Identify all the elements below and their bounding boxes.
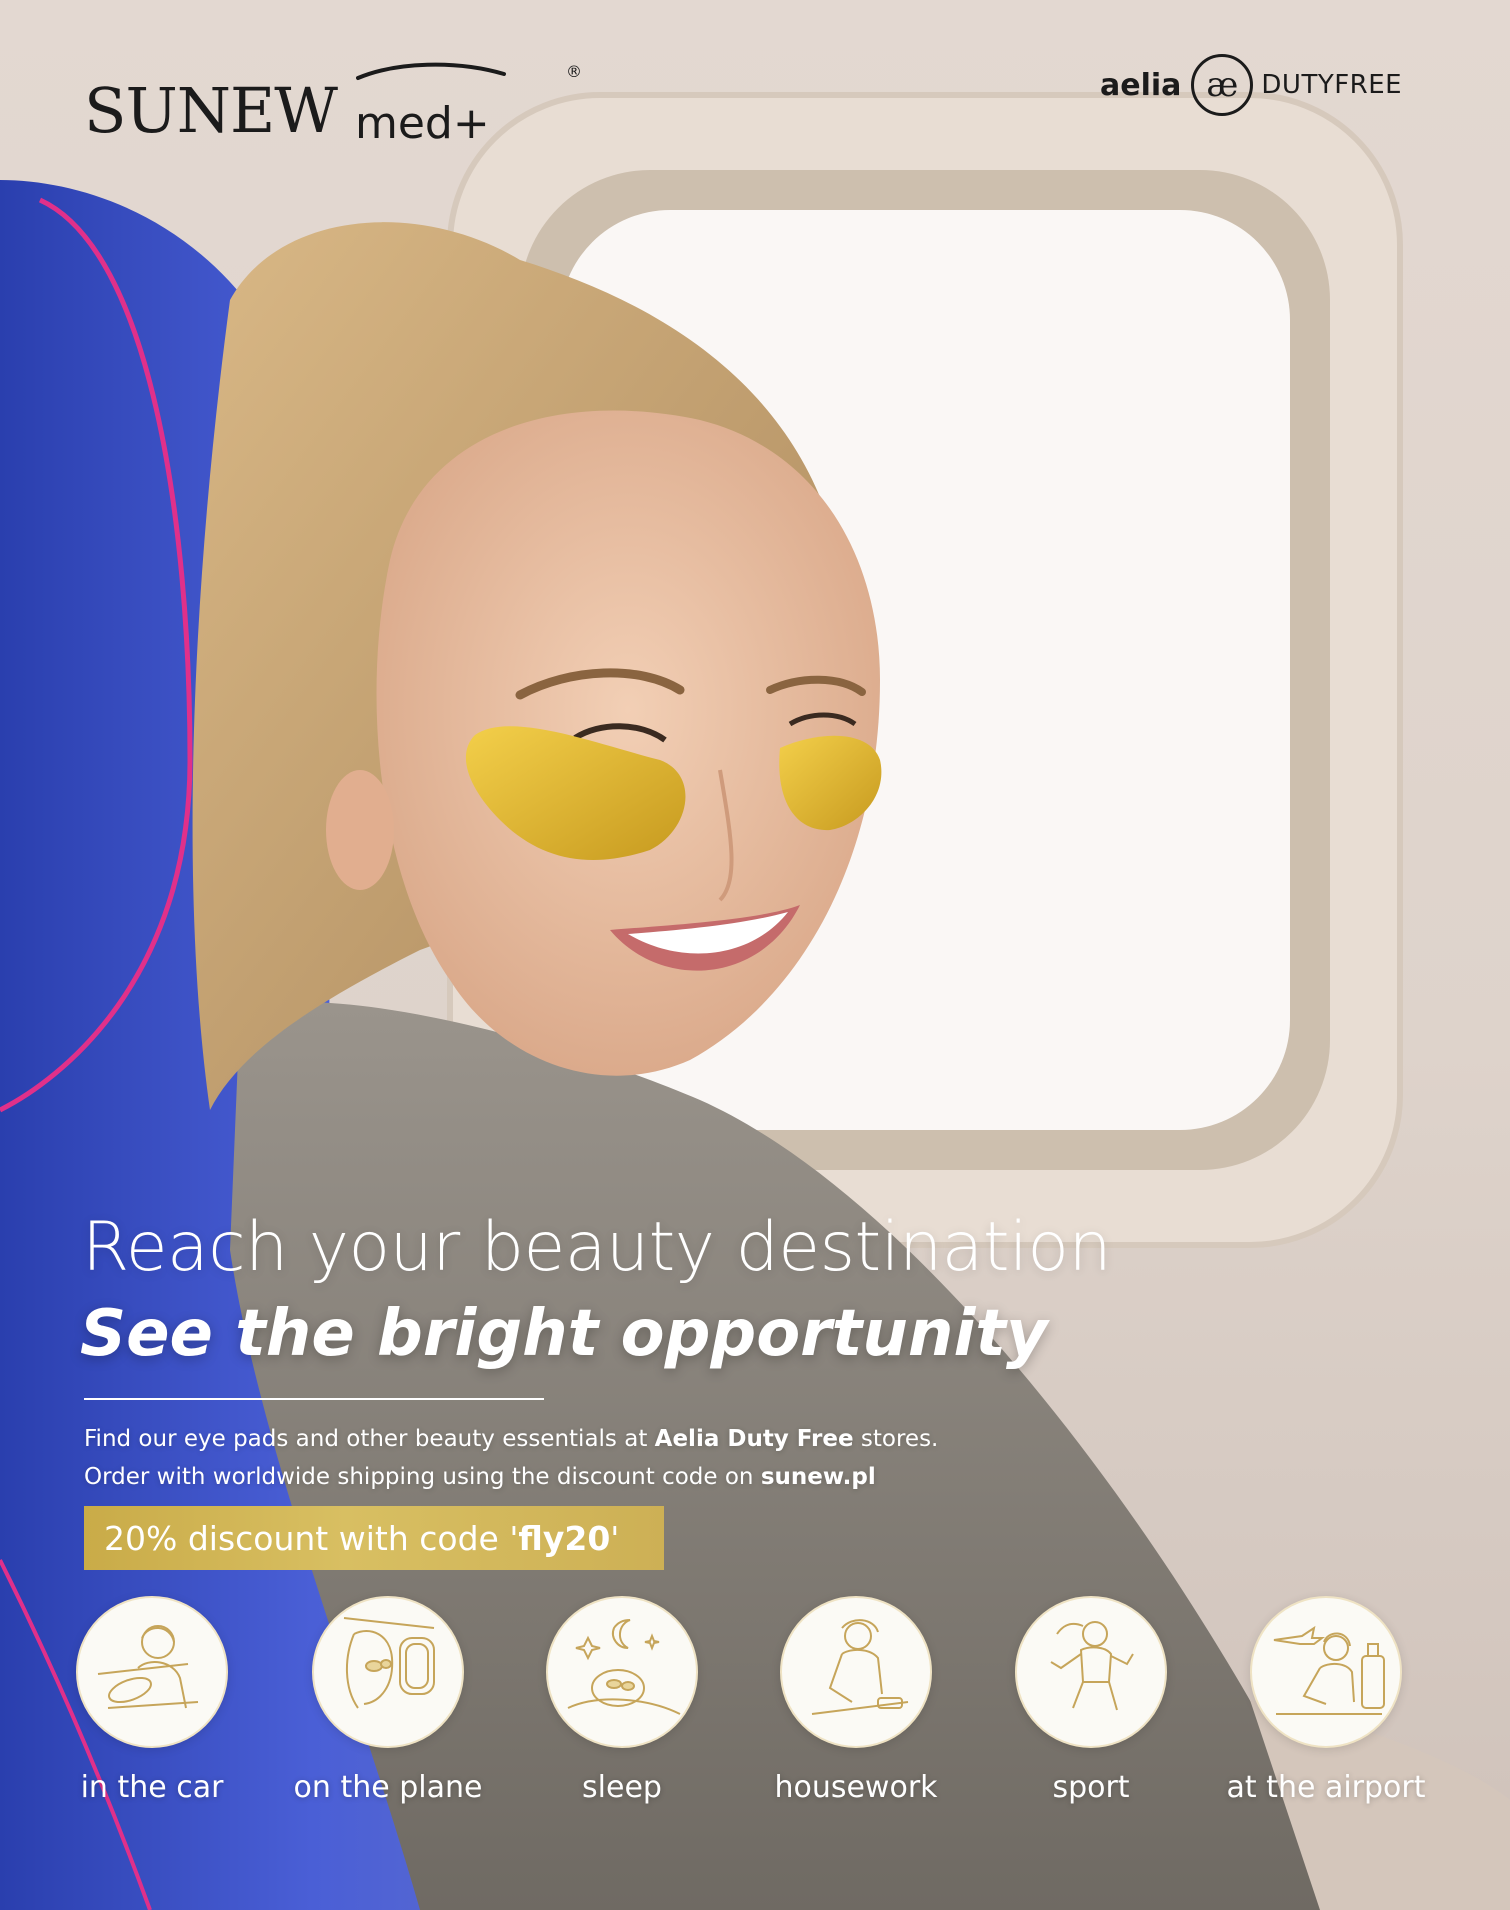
ad-poster: SUNEW med+ ® aelia æ DUTYFREE Reach your… — [0, 0, 1510, 1910]
usage-label-sport: sport — [1052, 1770, 1130, 1805]
headline: Reach your beauty destination — [82, 1208, 1112, 1287]
usage-label-airport: at the airport — [1226, 1770, 1426, 1805]
airport-woman-icon — [1250, 1596, 1402, 1748]
usage-item-housework: housework — [736, 1596, 976, 1805]
usage-item-plane: on the plane — [268, 1596, 508, 1805]
usage-label-housework: housework — [774, 1770, 938, 1805]
duty-free-word: DUTYFREE — [1261, 70, 1403, 100]
aelia-word: aelia — [1100, 67, 1182, 103]
usage-icons-row: in the car on the plane sleep housework … — [0, 1596, 1510, 1816]
discount-badge: 20% discount with code ' fly20 ' — [84, 1506, 664, 1570]
body-line-2: Order with worldwide shipping using the … — [84, 1464, 876, 1490]
divider — [84, 1398, 544, 1400]
brand-name: SUNEW — [84, 74, 338, 147]
body-line-1: Find our eye pads and other beauty essen… — [84, 1426, 939, 1452]
usage-item-car: in the car — [32, 1596, 272, 1805]
usage-label-car: in the car — [80, 1770, 224, 1805]
driving-woman-icon — [76, 1596, 228, 1748]
discount-code: fly20 — [518, 1518, 611, 1558]
brand-swash-icon — [356, 62, 506, 80]
plane-window-woman-icon — [312, 1596, 464, 1748]
website-link[interactable]: sunew.pl — [761, 1464, 876, 1490]
subheadline: See the bright opportunity — [80, 1297, 1048, 1371]
usage-item-sport: sport — [971, 1596, 1211, 1805]
usage-item-airport: at the airport — [1206, 1596, 1446, 1805]
cleaning-woman-icon — [780, 1596, 932, 1748]
aelia-duty-free-logo: aelia æ DUTYFREE — [1100, 50, 1402, 120]
aelia-store-name: Aelia Duty Free — [654, 1426, 854, 1452]
registered-mark: ® — [566, 62, 582, 81]
brand-sub: med+ — [354, 98, 490, 149]
body-copy: Find our eye pads and other beauty essen… — [84, 1420, 938, 1496]
sleeping-woman-icon — [546, 1596, 698, 1748]
usage-item-sleep: sleep — [502, 1596, 742, 1805]
usage-label-sleep: sleep — [582, 1770, 662, 1805]
usage-label-plane: on the plane — [293, 1770, 483, 1805]
aelia-ae-icon: æ — [1191, 54, 1254, 116]
sunew-med-logo: SUNEW med+ ® — [84, 52, 582, 147]
running-woman-icon — [1015, 1596, 1167, 1748]
